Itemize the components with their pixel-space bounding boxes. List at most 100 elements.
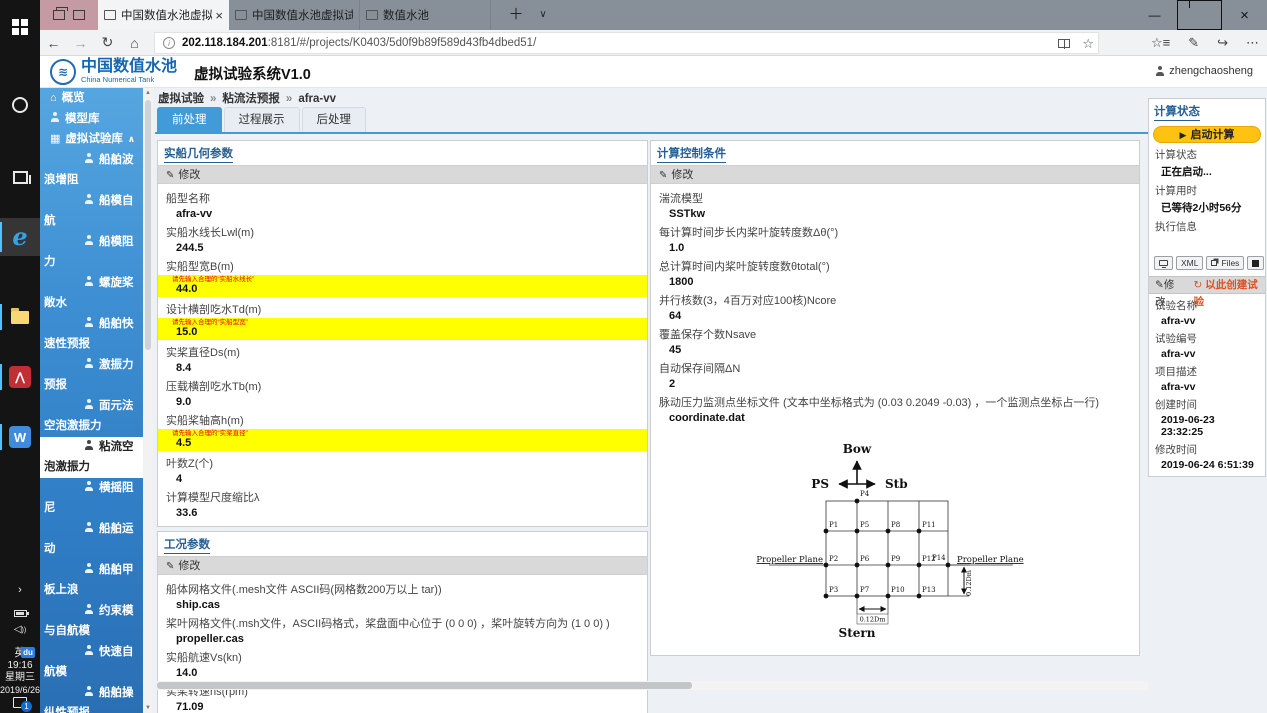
ime-badge[interactable]: du <box>16 644 40 658</box>
sidebar-item[interactable]: ▦ 虚拟试验库 ∧ <box>40 129 143 150</box>
sidebar-item[interactable]: 横摇阻尼 <box>40 478 143 519</box>
monitor-point-label: P13 <box>922 586 936 594</box>
sidebar-item[interactable]: 约束模与自航模 <box>40 601 143 642</box>
taskbar-clock[interactable]: 19:16 星期三 2019/6/26 <box>0 660 40 696</box>
sidebar-scrollbar[interactable]: ▲ ▼ <box>143 88 153 713</box>
browser-tab[interactable]: 数值水池 <box>360 0 491 30</box>
sidebar-item[interactable]: 螺旋桨敞水 <box>40 273 143 314</box>
set-tabs-aside-icon[interactable] <box>73 10 85 20</box>
user-menu[interactable]: zhengchaosheng <box>1155 65 1253 77</box>
xml-button[interactable]: XML <box>1176 256 1204 270</box>
volume-icon[interactable]: ◁)) <box>0 624 40 635</box>
sidebar-item[interactable]: 快速自航模 <box>40 642 143 683</box>
control-fields: 湍流模型 SSTkw 每计算时间步长内桨叶旋转度数Δθ(°) 1.0 总计算时间内桨叶旋… <box>651 184 1139 431</box>
sidebar-item[interactable]: 船模自航 <box>40 191 143 232</box>
home-icon[interactable]: ⌂ <box>121 35 148 51</box>
field-warning-text: 请先输入合理的“实船水线长” <box>172 276 255 283</box>
experiment-info-fields: 试验名称 afra-vv 试验编号 afra-vv 项目描述 afra-vv 创建时间 201… <box>1149 298 1265 476</box>
field-value: afra-vv <box>176 208 213 220</box>
browser-tab[interactable]: 中国数值水池虚拟试验系× <box>98 0 229 30</box>
status-panel: 计算状态 ▶ 启动计算 计算状态 正在启动... 计算用时 已等待2小时56分 执行信息 … <box>1148 98 1266 477</box>
field-label: 实船桨轴高h(m) <box>166 415 244 427</box>
model-icon <box>84 563 94 573</box>
battery-icon[interactable] <box>0 606 40 620</box>
model-icon <box>84 440 94 450</box>
maximize-button[interactable] <box>1177 0 1222 30</box>
annotate-pen-icon[interactable]: ✎ <box>1188 35 1199 51</box>
model-icon <box>84 276 94 286</box>
monitor-point <box>854 498 860 504</box>
share-icon[interactable]: ↪ <box>1217 35 1228 51</box>
tab-inactive[interactable]: 过程展示 <box>223 107 300 132</box>
sidebar-item[interactable]: 船舶快速性预报 <box>40 314 143 355</box>
tab-active[interactable]: 前处理 <box>157 107 222 132</box>
geometry-panel-title[interactable]: 实船几何参数 <box>164 145 233 163</box>
sidebar-item[interactable]: 船舶甲板上浪 <box>40 560 143 601</box>
site-info-icon[interactable]: i <box>163 36 175 49</box>
app-header: ≋ 中国数值水池 China Numerical Tank 虚拟试验系统V1.0… <box>40 56 1267 88</box>
field-label: 并行核数(3，4百万对应100核)Ncore <box>659 295 837 307</box>
create-from-this-button[interactable]: ↻ 以此创建试验 <box>1194 277 1265 308</box>
favorite-star-icon[interactable]: ☆ <box>1082 36 1094 52</box>
tab-page-icon <box>366 10 378 20</box>
control-edit-button[interactable]: ✎ 修改 <box>651 165 1139 184</box>
experiment-edit-button[interactable]: ✎修改 <box>1155 277 1184 308</box>
sidebar-item[interactable]: ⌂ 概览 <box>40 88 143 109</box>
adobe-reader-icon[interactable]: ⋀ <box>0 360 40 394</box>
breadcrumb-item[interactable]: 虚拟试验 <box>158 93 204 105</box>
sidebar-item[interactable]: 船舶运动 <box>40 519 143 560</box>
field-label: 实桨直径Ds(m) <box>166 347 240 359</box>
more-options-icon[interactable]: ⋯ <box>1246 35 1259 51</box>
tab-title: 数值水池 <box>383 10 429 22</box>
tab-preview-icon[interactable] <box>53 7 68 20</box>
close-button[interactable]: × <box>1222 0 1267 30</box>
field-value: 33.6 <box>176 507 198 519</box>
geometry-edit-button[interactable]: ✎ 修改 <box>158 165 647 184</box>
back-icon[interactable]: ← <box>40 35 67 51</box>
address-field[interactable]: i 202.118.184.201:8181/#/projects/K0403/… <box>154 31 1099 54</box>
action-center-icon[interactable]: 1 <box>0 697 40 712</box>
minimize-button[interactable]: — <box>1132 0 1177 30</box>
stop-button[interactable] <box>1247 256 1265 270</box>
condition-panel-title[interactable]: 工况参数 <box>164 536 210 554</box>
tab-close-icon[interactable]: × <box>215 8 223 23</box>
cortana-icon[interactable] <box>0 88 40 122</box>
files-button[interactable]: Files <box>1206 256 1245 270</box>
sidebar-item[interactable]: 船舶波浪增阻 <box>40 150 143 191</box>
monitor-point-label: P9 <box>891 555 900 563</box>
sidebar-item[interactable]: 激振力预报 <box>40 355 143 396</box>
monitor-point <box>885 593 891 599</box>
start-computation-button[interactable]: ▶ 启动计算 <box>1153 126 1261 143</box>
w-app-icon[interactable]: W <box>0 420 40 454</box>
sidebar-item[interactable]: 船模阻力 <box>40 232 143 273</box>
sidebar-item[interactable]: 船舶操纵性预报 <box>40 683 143 713</box>
horizontal-scrollbar[interactable] <box>157 681 1148 690</box>
field-label: 试验编号 <box>1155 333 1197 345</box>
task-view-icon[interactable] <box>0 160 40 194</box>
start-button-icon[interactable] <box>0 10 40 44</box>
reading-view-icon[interactable] <box>1058 39 1071 49</box>
tray-expand-icon[interactable]: › <box>0 584 40 596</box>
tab-list-dropdown-icon[interactable]: ∨ <box>532 0 554 30</box>
monitor-point-label: P2 <box>829 555 838 563</box>
condition-edit-button[interactable]: ✎ 修改 <box>158 556 647 575</box>
field-label: 湍流模型 <box>659 193 703 205</box>
control-panel-title[interactable]: 计算控制条件 <box>657 145 726 163</box>
tab-inactive[interactable]: 后处理 <box>301 107 366 132</box>
hub-favorites-icon[interactable]: ☆≡ <box>1151 35 1170 51</box>
sidebar-item[interactable]: 面元法空泡激振力 <box>40 396 143 437</box>
new-tab-button[interactable]: ＋ <box>502 0 530 30</box>
browser-tab[interactable]: 中国数值水池虚拟试验系统 <box>229 0 360 30</box>
sidebar-item[interactable]: 模型库 <box>40 109 143 130</box>
refresh-icon[interactable]: ↻ <box>94 34 121 51</box>
edge-browser-icon[interactable]: e <box>0 218 40 256</box>
breadcrumb-item[interactable]: 粘流法预报 <box>222 93 280 105</box>
forward-icon[interactable]: → <box>67 35 94 51</box>
breadcrumb-item[interactable]: afra-vv <box>298 93 336 105</box>
console-button[interactable] <box>1154 256 1173 270</box>
apps-icon: ▦ <box>50 133 61 145</box>
sidebar-item[interactable]: 粘流空泡激振力 <box>40 436 143 478</box>
file-explorer-icon[interactable] <box>0 300 40 334</box>
diagram-dim-v-label: 0.12Dm <box>965 570 973 596</box>
field-label: 实船型宽B(m) <box>166 261 234 273</box>
